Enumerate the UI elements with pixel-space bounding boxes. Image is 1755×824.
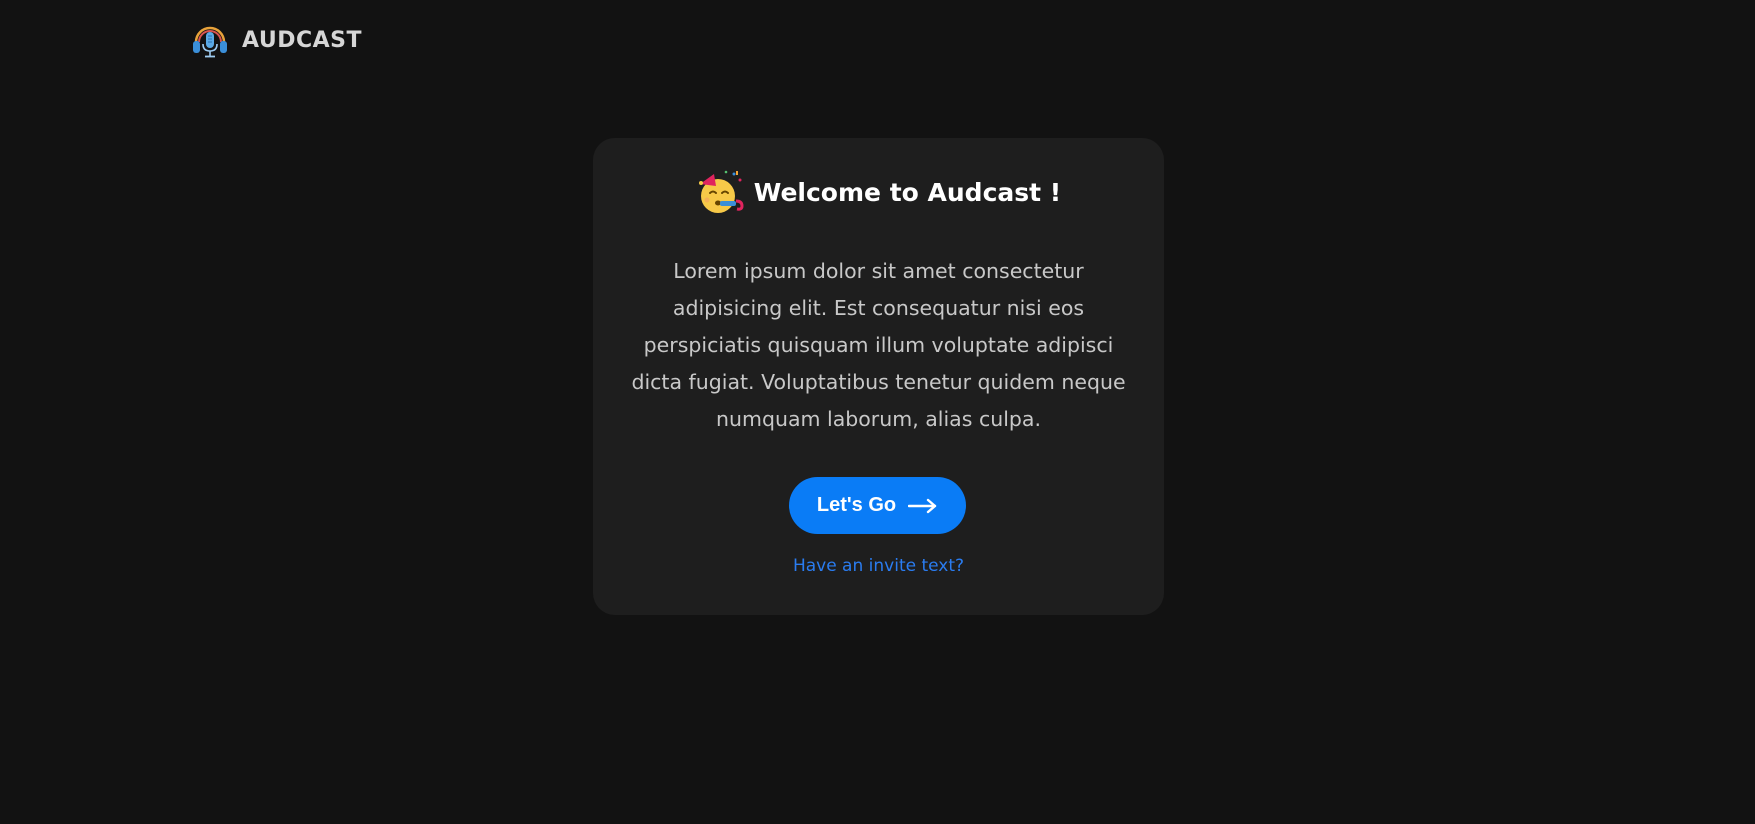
- podcast-headphones-icon: [193, 26, 227, 58]
- welcome-description: Lorem ipsum dolor sit amet consectetur a…: [631, 259, 1126, 431]
- arrow-right-icon: [908, 498, 937, 513]
- header: AUDCAST: [190, 20, 362, 60]
- lets-go-label: Let's Go: [816, 494, 897, 516]
- lets-go-button[interactable]: Let's Go: [789, 477, 966, 534]
- welcome-title: Welcome to Audcast !: [753, 177, 1062, 207]
- partying-face-icon: [698, 170, 744, 213]
- welcome-card: Welcome to Audcast ! Lorem ipsum dolor s…: [593, 138, 1164, 615]
- page: AUDCAST Welcome to Audcast ! Lorem ipsum…: [0, 0, 1755, 824]
- title-row: Welcome to Audcast !: [593, 168, 1164, 216]
- brand-name[interactable]: AUDCAST: [242, 28, 362, 53]
- invite-text-link[interactable]: Have an invite text?: [593, 556, 1164, 576]
